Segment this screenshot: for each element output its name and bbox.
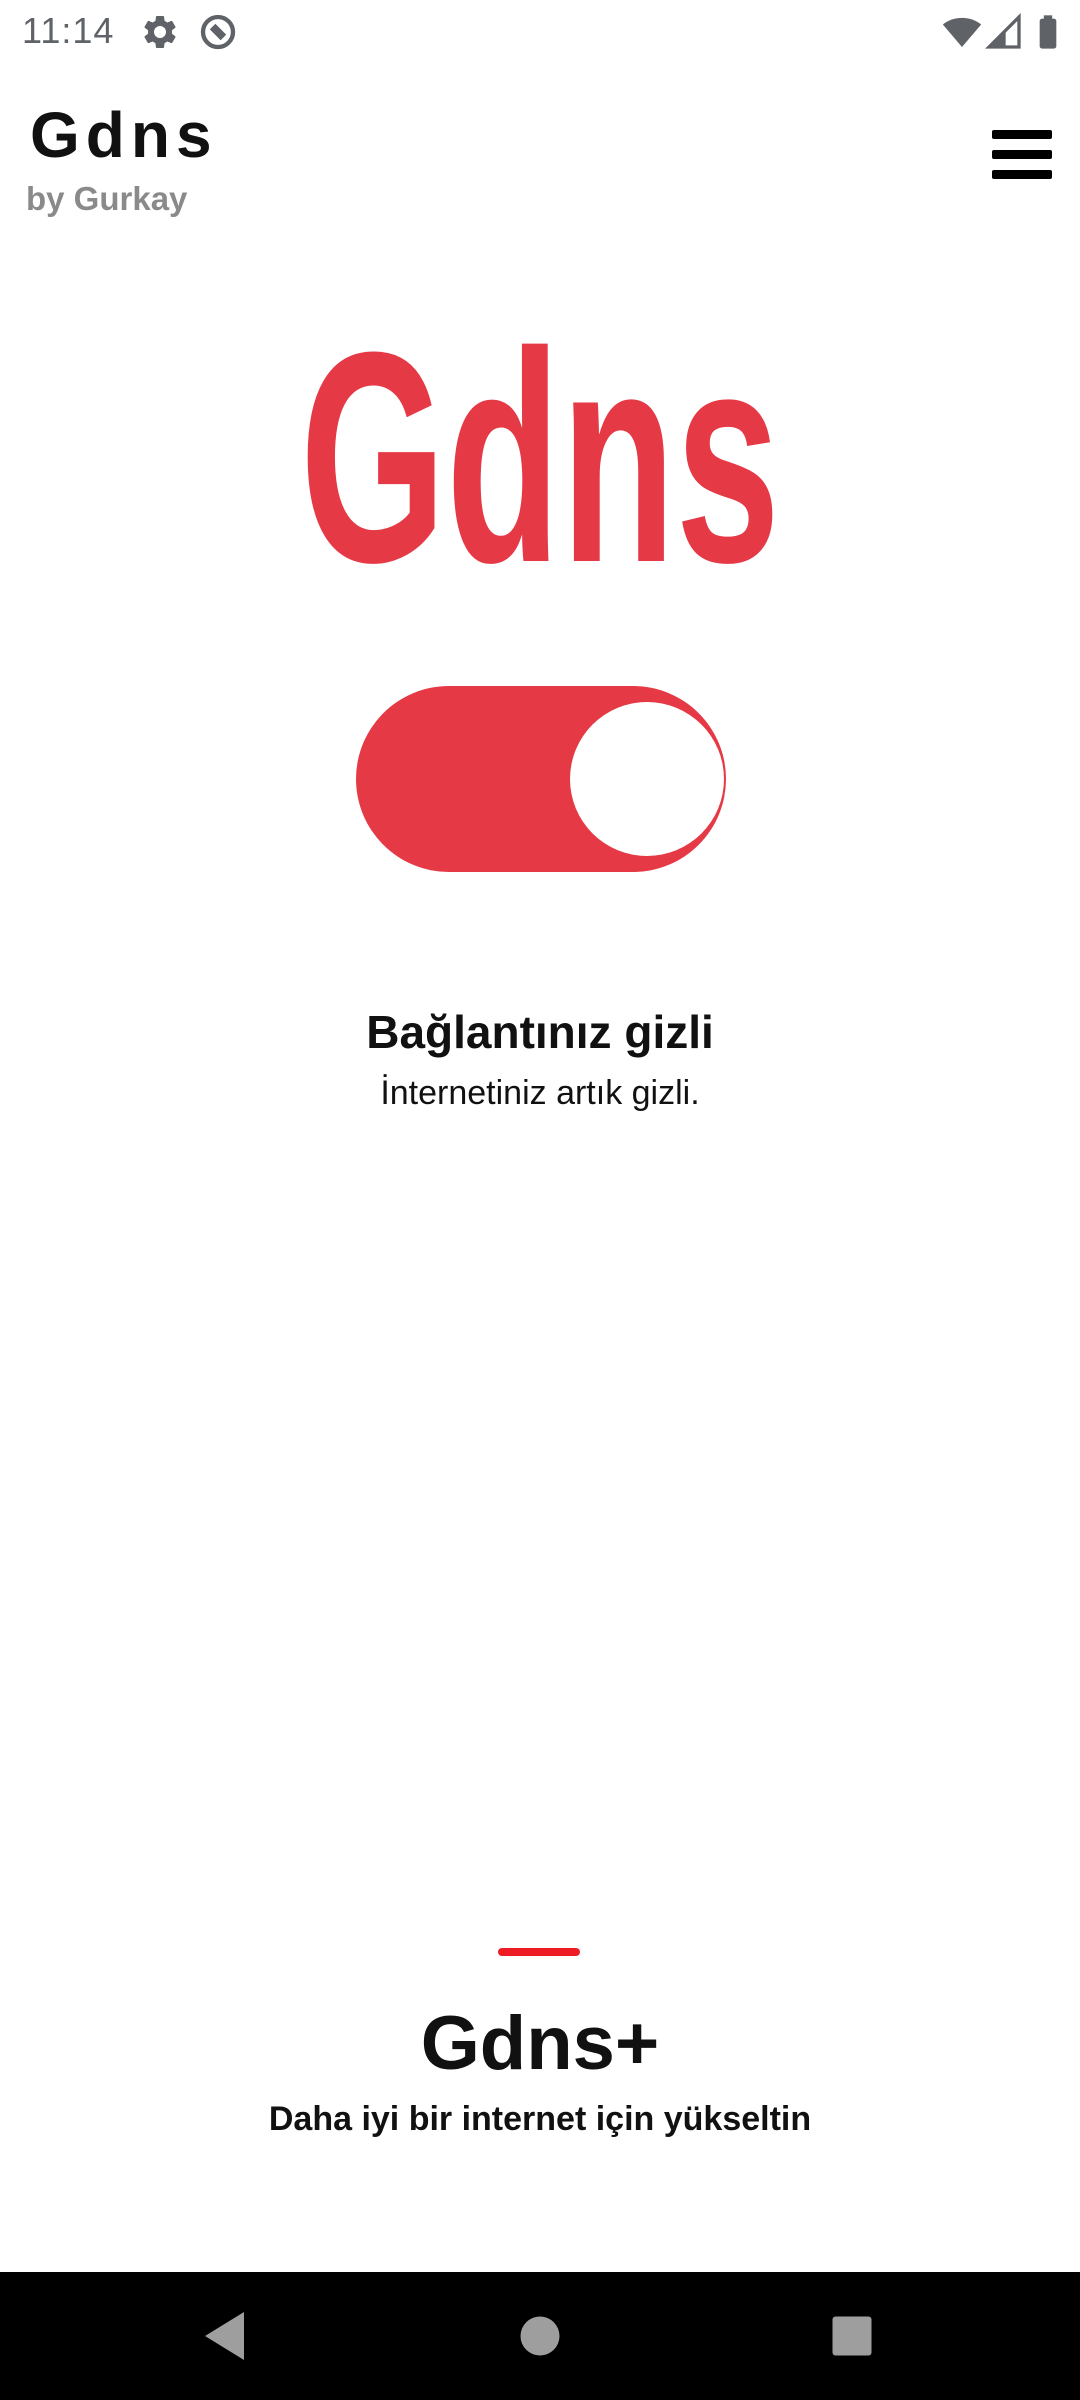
toggle-knob (570, 702, 724, 856)
app-subtitle: by Gurkay (26, 180, 188, 217)
connection-description: İnternetiniz artık gizli. (380, 1074, 700, 1112)
status-time: 11:14 (22, 10, 115, 51)
app-title: Gdns (30, 99, 218, 171)
upgrade-description: Daha iyi bir internet için yükseltin (268, 2100, 812, 2138)
cellular-signal-icon (984, 12, 1024, 52)
battery-icon (1028, 12, 1068, 52)
hamburger-menu-icon[interactable] (992, 128, 1056, 184)
drag-handle[interactable] (498, 1948, 580, 1956)
home-circle-icon[interactable] (504, 2300, 576, 2372)
recents-square-icon[interactable] (816, 2300, 888, 2372)
logo-text: Gdns (300, 316, 780, 576)
app-screen: 11:14 Gdns by Gurkay Gdns Bağlantınız gi… (0, 0, 1080, 2400)
navigation-bar (0, 2272, 1080, 2400)
connection-title: Bağlantınız gizli (366, 1006, 714, 1058)
do-not-disturb-icon (198, 12, 238, 52)
upgrade-title: Gdns+ (420, 2001, 660, 2086)
settings-icon (140, 12, 180, 52)
status-bar: 11:14 (0, 0, 1080, 64)
upgrade-panel[interactable]: Gdns+ Daha iyi bir internet için yükselt… (0, 1930, 1080, 2150)
logo: Gdns (0, 316, 1080, 576)
wifi-icon (942, 12, 982, 52)
protection-toggle[interactable] (356, 686, 726, 872)
back-triangle-icon[interactable] (190, 2300, 262, 2372)
